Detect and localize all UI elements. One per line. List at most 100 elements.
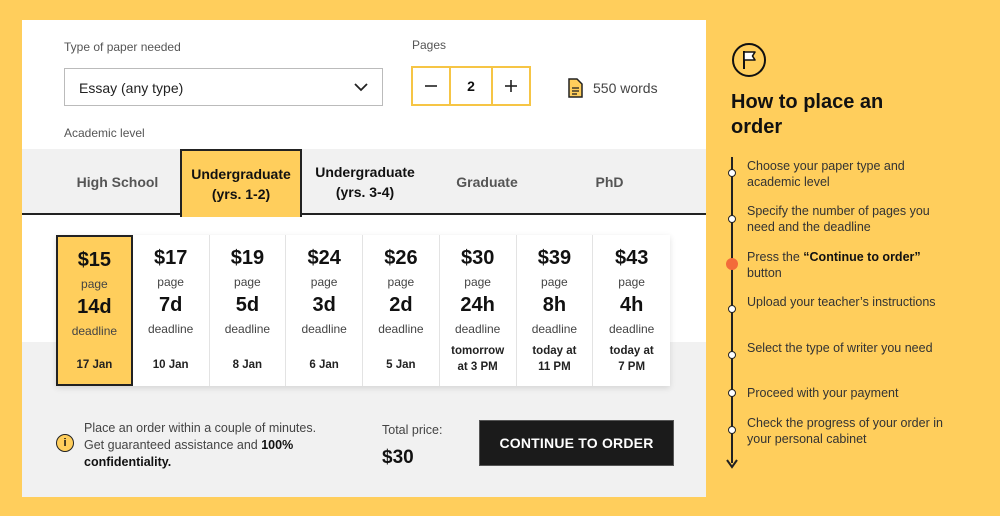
info-icon: i — [56, 434, 74, 452]
tab-phd[interactable]: PhD — [547, 149, 672, 215]
academic-level-tabs: High School Undergraduate (yrs. 1-2) Und… — [22, 149, 706, 217]
step-4: Upload your teacher’s instructions — [747, 295, 936, 309]
deadline-time: 4h — [619, 294, 644, 316]
tab-undergraduate-1-2[interactable]: Undergraduate (yrs. 1-2) — [180, 149, 302, 217]
deadline-unit: page — [157, 275, 184, 289]
tab-label: High School — [76, 174, 159, 190]
deadline-time: 3d — [312, 294, 336, 316]
deadline-label: deadline — [531, 322, 578, 336]
step-3: Press the “Continue to order” button — [747, 250, 921, 280]
deadline-date: 8 Jan — [232, 359, 263, 371]
tab-high-school[interactable]: High School — [44, 149, 191, 215]
deadline-option-2d[interactable]: $26 page 2d deadline 5 Jan — [363, 235, 440, 386]
paper-type-label: Type of paper needed — [64, 40, 181, 54]
deadline-label: deadline — [301, 322, 347, 336]
deadline-unit: page — [310, 275, 338, 289]
deadline-date: 6 Jan — [309, 359, 339, 371]
deadline-label: deadline — [71, 324, 118, 338]
timeline-dot — [728, 169, 736, 177]
deadline-label: deadline — [378, 322, 424, 336]
deadline-options: $15 page 14d deadline 17 Jan $17 page 7d… — [56, 235, 670, 386]
deadline-time: 5d — [235, 294, 260, 316]
deadline-date: tomorrow at 3 PM — [451, 345, 505, 373]
deadline-time: 2d — [389, 294, 413, 316]
deadline-price: $17 — [153, 247, 188, 269]
step-7: Check the progress of your order in your… — [747, 416, 943, 446]
decrease-pages-button[interactable] — [413, 68, 451, 104]
deadline-date: today at 11 PM — [532, 345, 577, 373]
deadline-price: $39 — [537, 247, 572, 269]
deadline-unit: page — [81, 277, 108, 291]
deadline-price: $30 — [460, 247, 495, 269]
deadline-label: deadline — [147, 322, 194, 336]
deadline-unit: page — [464, 275, 491, 289]
tab-undergraduate-3-4[interactable]: Undergraduate (yrs. 3-4) — [303, 149, 427, 215]
timeline-dot — [728, 426, 736, 434]
plus-icon — [505, 80, 517, 92]
deadline-option-8h[interactable]: $39 page 8h deadline today at 11 PM — [517, 235, 594, 386]
order-form-card: Type of paper needed Essay (any type) Pa… — [22, 20, 706, 497]
deadline-label: deadline — [454, 322, 501, 336]
deadline-option-5d[interactable]: $19 page 5d deadline 8 Jan — [210, 235, 287, 386]
deadline-option-24h[interactable]: $30 page 24h deadline tomorrow at 3 PM — [440, 235, 517, 386]
deadline-unit: page — [541, 275, 568, 289]
word-count: 550 words — [567, 78, 658, 98]
deadline-label: deadline — [608, 322, 655, 336]
arrow-down-icon — [726, 459, 738, 469]
timeline-dot — [728, 389, 736, 397]
deadline-price: $19 — [230, 247, 265, 269]
flag-icon — [732, 43, 766, 77]
step-1: Choose your paper type and academic leve… — [747, 159, 905, 189]
deadline-price: $26 — [384, 247, 418, 269]
deadline-time: 24h — [460, 294, 495, 316]
tab-sublabel: (yrs. 3-4) — [335, 184, 395, 200]
tab-label: Graduate — [456, 174, 518, 190]
pages-value[interactable]: 2 — [451, 68, 491, 104]
paper-type-select[interactable]: Essay (any type) — [64, 68, 383, 106]
deadline-option-14d[interactable]: $15 page 14d deadline 17 Jan — [56, 235, 133, 386]
deadline-option-3d[interactable]: $24 page 3d deadline 6 Jan — [286, 235, 364, 386]
step-2: Specify the number of pages you need and… — [747, 204, 930, 234]
tab-graduate[interactable]: Graduate — [427, 149, 547, 215]
deadline-option-7d[interactable]: $17 page 7d deadline 10 Jan — [133, 235, 210, 386]
info-text: Place an order within a couple of minute… — [84, 421, 317, 469]
deadline-unit: page — [387, 275, 415, 289]
deadline-time: 8h — [542, 294, 567, 316]
step-6: Proceed with your payment — [747, 386, 899, 400]
total-price-label: Total price: — [382, 423, 443, 437]
deadline-date: 5 Jan — [386, 359, 416, 371]
minus-icon — [425, 85, 437, 87]
deadline-date: 10 Jan — [152, 359, 189, 371]
total-price-value: $30 — [382, 447, 414, 468]
deadline-unit: page — [234, 275, 261, 289]
deadline-price: $24 — [307, 247, 341, 269]
info-note: i Place an order within a couple of minu… — [56, 420, 330, 471]
deadline-price: $43 — [614, 247, 649, 269]
step-5: Select the type of writer you need — [747, 341, 933, 355]
deadline-date: today at 7 PM — [609, 345, 654, 373]
tab-label: Undergraduate — [191, 166, 291, 182]
paper-type-value: Essay (any type) — [79, 80, 184, 96]
deadline-time: 14d — [77, 296, 112, 318]
timeline-dot — [728, 305, 736, 313]
document-icon — [568, 78, 583, 98]
chevron-down-icon — [354, 83, 368, 92]
tab-label: Undergraduate — [315, 164, 415, 180]
deadline-label: deadline — [224, 322, 271, 336]
tab-sublabel: (yrs. 1-2) — [211, 186, 271, 202]
increase-pages-button[interactable] — [491, 68, 529, 104]
pages-stepper: 2 — [411, 66, 531, 106]
timeline-dot — [728, 351, 736, 359]
how-to-title: How to place an order — [731, 91, 884, 138]
word-count-text: 550 words — [593, 80, 658, 96]
deadline-unit: page — [618, 275, 645, 289]
academic-level-label: Academic level — [64, 126, 145, 140]
timeline-dot — [728, 215, 736, 223]
deadline-option-4h[interactable]: $43 page 4h deadline today at 7 PM — [593, 235, 670, 386]
timeline-dot-active — [726, 258, 738, 270]
deadline-price: $15 — [77, 249, 112, 271]
deadline-time: 7d — [158, 294, 183, 316]
continue-to-order-button[interactable]: CONTINUE TO ORDER — [479, 420, 674, 466]
pages-label: Pages — [412, 38, 447, 52]
deadline-date: 17 Jan — [76, 359, 113, 371]
